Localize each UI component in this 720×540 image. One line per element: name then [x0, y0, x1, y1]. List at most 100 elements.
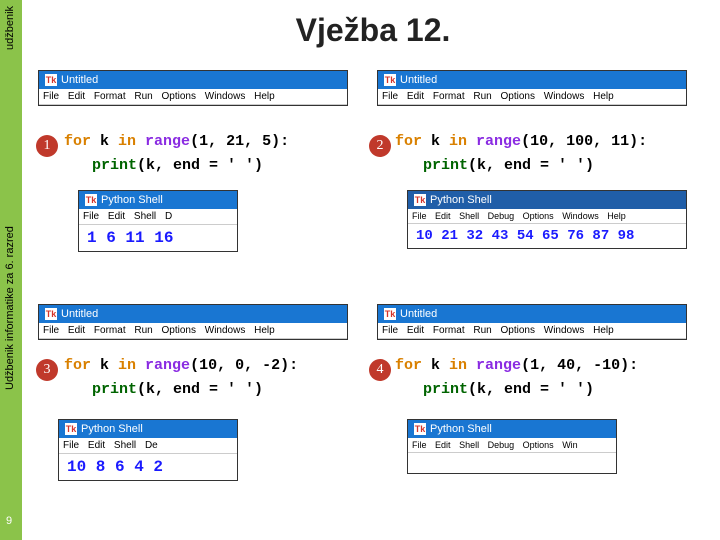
menu-shell[interactable]: Shell: [134, 211, 156, 222]
tk-icon: Tk: [384, 74, 396, 86]
shell-window: Tk Python Shell File Edit Shell D 1 6 11…: [78, 190, 238, 252]
editor-menubar[interactable]: File Edit Format Run Options Windows Hel…: [378, 323, 686, 339]
print-args: (k, end = ' '): [137, 157, 263, 174]
menu-file[interactable]: File: [412, 211, 427, 221]
menu-file[interactable]: File: [382, 325, 398, 336]
tk-icon: Tk: [45, 74, 57, 86]
editor-titlebar: Tk Untitled: [378, 71, 686, 89]
kw-in: in: [449, 133, 476, 150]
example-badge: 4: [369, 359, 391, 381]
sidebar-text-top: udžbenik: [4, 36, 16, 50]
shell-menubar[interactable]: File Edit Shell De: [59, 438, 237, 454]
menu-win[interactable]: Win: [562, 440, 578, 450]
editor-menubar[interactable]: File Edit Format Run Options Windows Hel…: [39, 89, 347, 105]
menu-debug[interactable]: Debug: [488, 440, 515, 450]
fn-print: print: [423, 157, 468, 174]
var-k: k: [100, 357, 118, 374]
shell-titlebar: Tk Python Shell: [408, 191, 686, 209]
menu-format[interactable]: Format: [433, 91, 465, 102]
example-badge: 3: [36, 359, 58, 381]
menu-run[interactable]: Run: [134, 91, 152, 102]
menu-help[interactable]: Help: [607, 211, 626, 221]
menu-run[interactable]: Run: [134, 325, 152, 336]
tk-icon: Tk: [414, 423, 426, 435]
kw-in: in: [118, 133, 145, 150]
menu-file[interactable]: File: [43, 325, 59, 336]
editor-menubar[interactable]: File Edit Format Run Options Windows Hel…: [378, 89, 686, 105]
example-3: Tk Untitled File Edit Format Run Options…: [38, 304, 369, 530]
menu-edit[interactable]: Edit: [88, 440, 105, 451]
menu-edit[interactable]: Edit: [108, 211, 125, 222]
menu-shell[interactable]: Shell: [459, 440, 479, 450]
menu-file[interactable]: File: [63, 440, 79, 451]
menu-edit[interactable]: Edit: [435, 440, 451, 450]
menu-file[interactable]: File: [83, 211, 99, 222]
example-badge: 1: [36, 135, 58, 157]
menu-extra[interactable]: D: [165, 211, 172, 222]
code-snippet: for k in range(1, 21, 5): print(k, end =…: [64, 130, 289, 178]
menu-windows[interactable]: Windows: [544, 325, 585, 336]
menu-format[interactable]: Format: [94, 91, 126, 102]
menu-windows[interactable]: Windows: [205, 325, 246, 336]
menu-options[interactable]: Options: [523, 211, 554, 221]
menu-shell[interactable]: Shell: [459, 211, 479, 221]
shell-output: 10 21 32 43 54 65 76 87 98: [408, 224, 686, 248]
menu-help[interactable]: Help: [254, 91, 275, 102]
fn-range: range: [476, 133, 521, 150]
menu-help[interactable]: Help: [593, 91, 614, 102]
var-k: k: [431, 357, 449, 374]
menu-file[interactable]: File: [412, 440, 427, 450]
shell-menubar[interactable]: File Edit Shell D: [79, 209, 237, 225]
menu-help[interactable]: Help: [254, 325, 275, 336]
shell-window: Tk Python Shell File Edit Shell De 10 8 …: [58, 419, 238, 481]
editor-window: Tk Untitled File Edit Format Run Options…: [377, 304, 687, 340]
menu-debug[interactable]: Debug: [488, 211, 515, 221]
shell-window: Tk Python Shell File Edit Shell Debug Op…: [407, 190, 687, 249]
menu-options[interactable]: Options: [501, 91, 535, 102]
shell-window: Tk Python Shell File Edit Shell Debug Op…: [407, 419, 617, 474]
menu-edit[interactable]: Edit: [407, 325, 424, 336]
example-badge: 2: [369, 135, 391, 157]
shell-menubar[interactable]: File Edit Shell Debug Options Windows He…: [408, 209, 686, 224]
var-k: k: [431, 133, 449, 150]
menu-options[interactable]: Options: [162, 91, 196, 102]
menu-edit[interactable]: Edit: [68, 325, 85, 336]
menu-edit[interactable]: Edit: [435, 211, 451, 221]
tk-icon: Tk: [85, 194, 97, 206]
editor-titlebar: Tk Untitled: [39, 305, 347, 323]
menu-file[interactable]: File: [43, 91, 59, 102]
tk-icon: Tk: [45, 308, 57, 320]
menu-extra[interactable]: De: [145, 440, 158, 451]
menu-run[interactable]: Run: [473, 91, 491, 102]
menu-edit[interactable]: Edit: [407, 91, 424, 102]
menu-options[interactable]: Options: [162, 325, 196, 336]
kw-for: for: [64, 133, 100, 150]
editor-window: Tk Untitled File Edit Format Run Options…: [38, 70, 348, 106]
editor-window: Tk Untitled File Edit Format Run Options…: [377, 70, 687, 106]
shell-titlebar: Tk Python Shell: [79, 191, 237, 209]
sidebar-text-bottom: Udžbenik informatike za 6. razred: [4, 376, 16, 390]
code-snippet: for k in range(10, 0, -2): print(k, end …: [64, 354, 298, 402]
menu-windows[interactable]: Windows: [544, 91, 585, 102]
menu-windows[interactable]: Windows: [562, 211, 599, 221]
editor-titlebar: Tk Untitled: [39, 71, 347, 89]
menu-edit[interactable]: Edit: [68, 91, 85, 102]
shell-title: Python Shell: [101, 194, 163, 206]
menu-shell[interactable]: Shell: [114, 440, 136, 451]
range-args: (1, 21, 5):: [190, 133, 289, 150]
menu-options[interactable]: Options: [501, 325, 535, 336]
menu-help[interactable]: Help: [593, 325, 614, 336]
menu-format[interactable]: Format: [94, 325, 126, 336]
menu-run[interactable]: Run: [473, 325, 491, 336]
fn-range: range: [476, 357, 521, 374]
editor-title: Untitled: [61, 74, 98, 86]
shell-menubar[interactable]: File Edit Shell Debug Options Win: [408, 438, 616, 453]
menu-format[interactable]: Format: [433, 325, 465, 336]
range-args: (10, 0, -2):: [190, 357, 298, 374]
shell-title: Python Shell: [81, 423, 143, 435]
editor-menubar[interactable]: File Edit Format Run Options Windows Hel…: [39, 323, 347, 339]
menu-windows[interactable]: Windows: [205, 91, 246, 102]
editor-title: Untitled: [61, 308, 98, 320]
menu-options[interactable]: Options: [523, 440, 554, 450]
menu-file[interactable]: File: [382, 91, 398, 102]
